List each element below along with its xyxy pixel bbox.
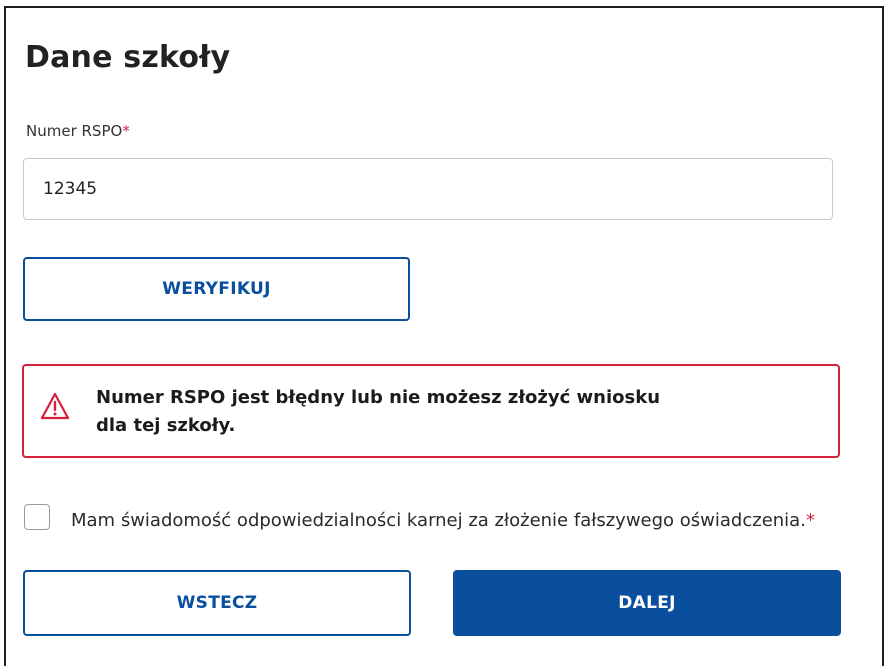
error-message: Numer RSPO jest błędny lub nie możesz zł… <box>96 384 796 440</box>
error-message-line2: dla tej szkoły. <box>96 415 236 436</box>
page-title: Dane szkoły <box>25 40 231 75</box>
consent-required-marker: * <box>805 510 815 531</box>
form-frame <box>4 6 884 666</box>
warning-triangle-icon <box>40 392 70 420</box>
consent-label[interactable]: Mam świadomość odpowiedzialności karnej … <box>71 505 831 537</box>
consent-checkbox[interactable] <box>24 504 50 530</box>
back-button[interactable]: WSTECZ <box>23 570 411 636</box>
consent-label-text: Mam świadomość odpowiedzialności karnej … <box>71 510 806 531</box>
required-marker: * <box>122 122 130 140</box>
next-button[interactable]: DALEJ <box>453 570 841 636</box>
rspo-input[interactable] <box>23 158 833 220</box>
rspo-label-text: Numer RSPO <box>26 122 123 140</box>
verify-button[interactable]: WERYFIKUJ <box>23 257 410 321</box>
error-message-line1: Numer RSPO jest błędny lub nie możesz zł… <box>96 387 661 408</box>
error-alert: Numer RSPO jest błędny lub nie możesz zł… <box>22 364 840 458</box>
rspo-field-label: Numer RSPO* <box>26 122 130 140</box>
